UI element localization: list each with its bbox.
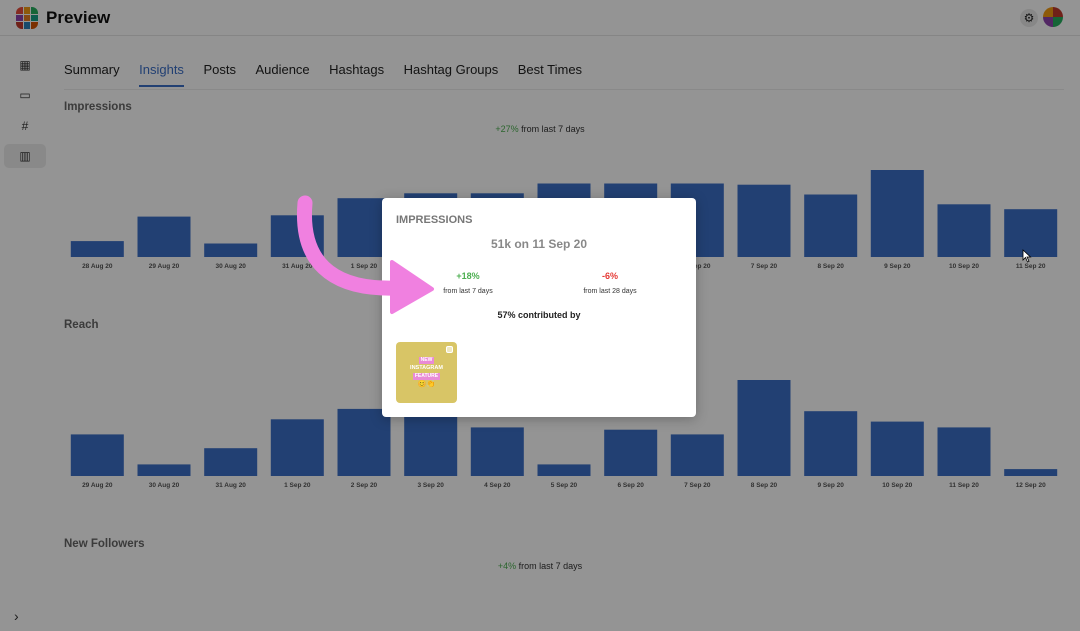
mouse-cursor-icon [1022, 249, 1032, 263]
highlight-arrow-icon [296, 195, 434, 314]
